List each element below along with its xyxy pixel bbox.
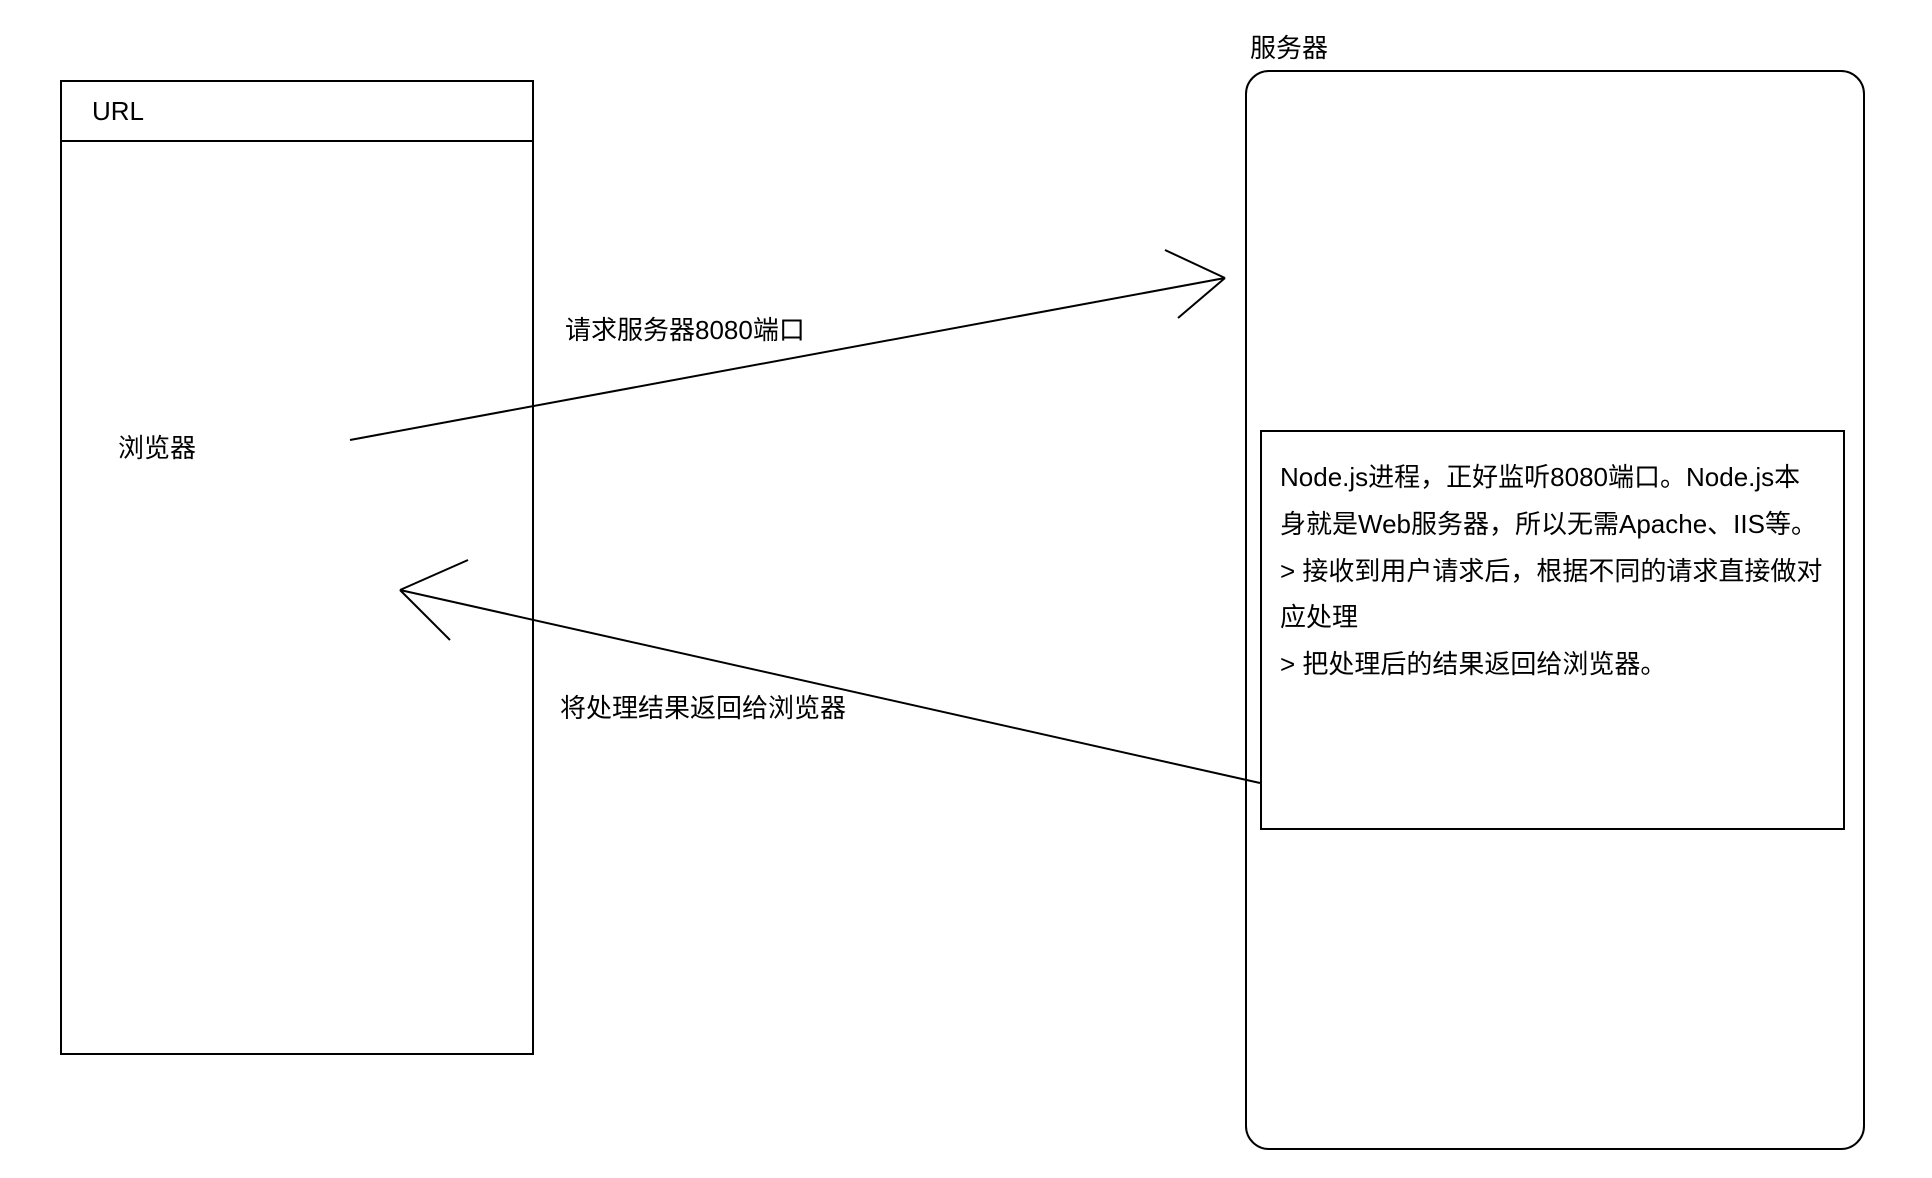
server-title: 服务器 xyxy=(1250,28,1328,65)
response-arrow-label: 将处理结果返回给浏览器 xyxy=(560,688,846,725)
url-bar: URL xyxy=(62,82,532,142)
browser-label: 浏览器 xyxy=(118,428,196,465)
browser-window: URL xyxy=(60,80,534,1055)
nodejs-text: Node.js进程，正好监听8080端口。Node.js本身就是Web服务器，所… xyxy=(1280,462,1822,679)
nodejs-process-box: Node.js进程，正好监听8080端口。Node.js本身就是Web服务器，所… xyxy=(1260,430,1845,830)
url-label: URL xyxy=(92,96,144,127)
request-arrow-label: 请求服务器8080端口 xyxy=(565,310,805,347)
